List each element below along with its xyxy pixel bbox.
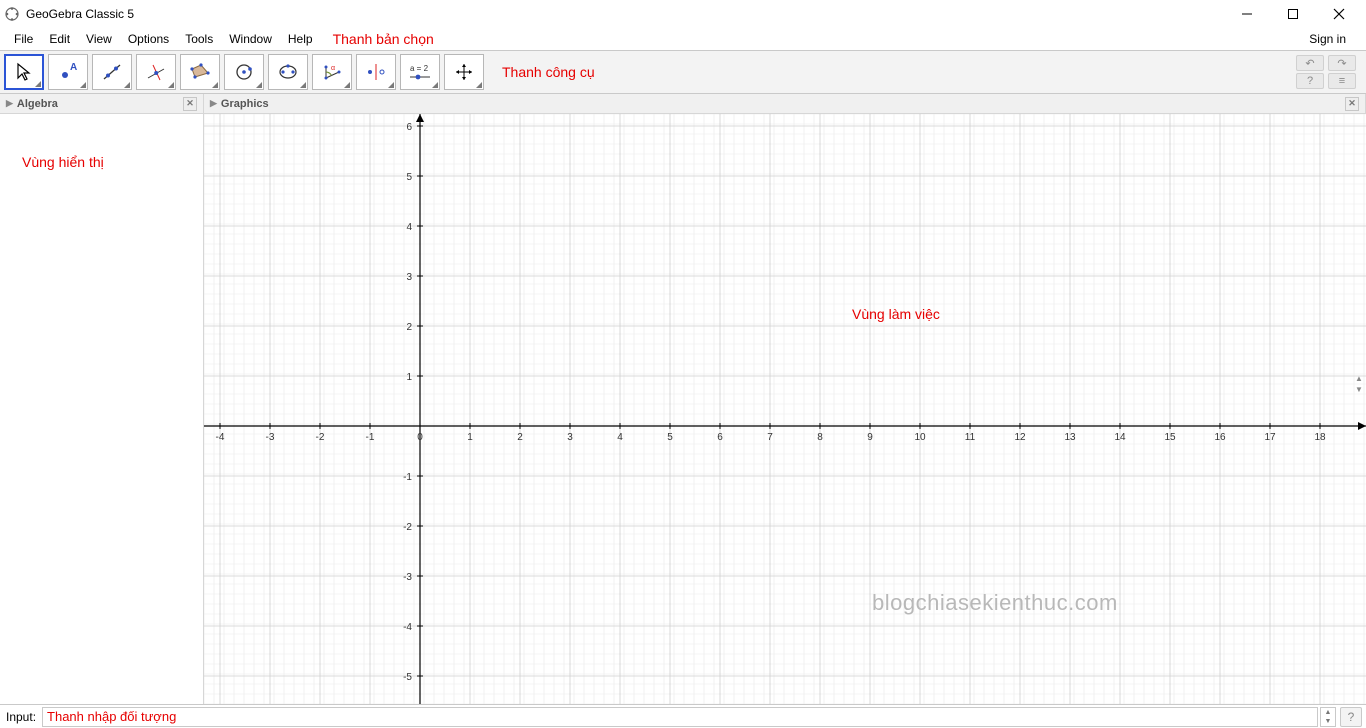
graphics-canvas[interactable]: -4-3-2-10123456789101112131415161718-5-4… (204, 114, 1366, 704)
inputbar: Input: Thanh nhập đối tượng ▲▼ ? (0, 704, 1366, 728)
tool-angle[interactable]: α (312, 54, 352, 90)
algebra-panel-header[interactable]: ▶ Algebra ✕ (0, 94, 204, 113)
svg-text:-3: -3 (266, 432, 275, 443)
maximize-button[interactable] (1270, 0, 1316, 28)
tool-line[interactable] (92, 54, 132, 90)
svg-text:10: 10 (914, 432, 926, 443)
svg-text:12: 12 (1014, 432, 1026, 443)
graphics-annotation: Vùng làm việc (852, 306, 940, 322)
menu-view[interactable]: View (78, 30, 120, 48)
redo-button[interactable]: ↷ (1328, 55, 1356, 71)
svg-text:-5: -5 (403, 672, 412, 683)
minimize-button[interactable] (1224, 0, 1270, 28)
graphics-panel-header[interactable]: ▶ Graphics ✕ (204, 94, 1366, 113)
algebra-panel-title: Algebra (17, 98, 58, 110)
watermark: blogchiasekienthuc.com (872, 590, 1118, 616)
tool-perpendicular[interactable] (136, 54, 176, 90)
svg-text:3: 3 (406, 272, 412, 283)
window-title: GeoGebra Classic 5 (26, 7, 134, 21)
tool-reflect[interactable] (356, 54, 396, 90)
input-label: Input: (0, 710, 42, 724)
menu-tools[interactable]: Tools (177, 30, 221, 48)
menu-options[interactable]: Options (120, 30, 177, 48)
input-field[interactable]: Thanh nhập đối tượng (42, 707, 1318, 727)
app-logo-icon (4, 6, 20, 22)
svg-text:11: 11 (965, 432, 976, 443)
tool-point[interactable]: A (48, 54, 88, 90)
workspace: Vùng hiển thị -4-3-2-1012345678910111213… (0, 114, 1366, 704)
svg-text:1: 1 (467, 432, 473, 443)
tool-move[interactable] (4, 54, 44, 90)
svg-text:9: 9 (867, 432, 873, 443)
svg-text:-1: -1 (403, 472, 412, 483)
menu-file[interactable]: File (6, 30, 41, 48)
close-button[interactable] (1316, 0, 1362, 28)
svg-text:5: 5 (667, 432, 673, 443)
menubar: File Edit View Options Tools Window Help… (0, 28, 1366, 50)
signin-link[interactable]: Sign in (1301, 30, 1360, 48)
svg-text:7: 7 (767, 432, 773, 443)
svg-text:14: 14 (1114, 432, 1126, 443)
svg-text:15: 15 (1164, 432, 1176, 443)
svg-text:α: α (331, 65, 335, 72)
panel-headers: ▶ Algebra ✕ ▶ Graphics ✕ (0, 94, 1366, 114)
graphics-panel-title: Graphics (221, 98, 269, 110)
tool-translate-view[interactable] (444, 54, 484, 90)
input-help-button[interactable]: ? (1340, 707, 1362, 727)
chevron-right-icon: ▶ (6, 98, 13, 109)
chevron-right-icon: ▶ (210, 98, 217, 109)
undo-button[interactable]: ↶ (1296, 55, 1324, 71)
algebra-panel[interactable]: Vùng hiển thị (0, 114, 204, 704)
svg-text:5: 5 (406, 172, 412, 183)
svg-text:17: 17 (1264, 432, 1276, 443)
svg-text:18: 18 (1314, 432, 1326, 443)
graphics-close-button[interactable]: ✕ (1345, 97, 1359, 111)
algebra-close-button[interactable]: ✕ (183, 97, 197, 111)
menubar-annotation: Thanh bản chọn (333, 31, 434, 47)
toolbar-settings-button[interactable]: ≡ (1328, 73, 1356, 89)
svg-text:16: 16 (1214, 432, 1226, 443)
algebra-annotation: Vùng hiển thị (22, 154, 104, 170)
svg-text:6: 6 (406, 122, 412, 133)
svg-text:-1: -1 (366, 432, 375, 443)
graphics-scroll-indicator[interactable]: ▲▼ (1354, 374, 1364, 394)
tool-ellipse[interactable] (268, 54, 308, 90)
input-history-stepper[interactable]: ▲▼ (1320, 707, 1336, 727)
svg-text:-4: -4 (216, 432, 225, 443)
svg-text:-3: -3 (403, 572, 412, 583)
graphics-panel[interactable]: -4-3-2-10123456789101112131415161718-5-4… (204, 114, 1366, 704)
menu-help[interactable]: Help (280, 30, 321, 48)
svg-text:4: 4 (406, 222, 412, 233)
svg-text:2: 2 (517, 432, 523, 443)
toolbar-help-button[interactable]: ? (1296, 73, 1324, 89)
svg-text:a = 2: a = 2 (410, 64, 429, 73)
svg-text:-4: -4 (403, 622, 412, 633)
svg-text:0: 0 (417, 432, 423, 443)
menu-edit[interactable]: Edit (41, 30, 78, 48)
toolbar-annotation: Thanh công cụ (502, 64, 595, 80)
svg-text:-2: -2 (403, 522, 412, 533)
titlebar: GeoGebra Classic 5 (0, 0, 1366, 28)
svg-text:4: 4 (617, 432, 623, 443)
svg-text:8: 8 (817, 432, 823, 443)
menu-window[interactable]: Window (221, 30, 280, 48)
toolbar-right-group: ↶ ↷ ? ≡ (1296, 55, 1362, 89)
svg-text:-2: -2 (316, 432, 325, 443)
svg-text:6: 6 (717, 432, 723, 443)
svg-text:1: 1 (406, 372, 412, 383)
tool-polygon[interactable] (180, 54, 220, 90)
tool-circle[interactable] (224, 54, 264, 90)
svg-text:13: 13 (1064, 432, 1076, 443)
svg-text:3: 3 (567, 432, 573, 443)
svg-text:2: 2 (406, 322, 412, 333)
svg-text:A: A (70, 62, 77, 73)
tool-slider[interactable]: a = 2 (400, 54, 440, 90)
toolbar: A α a = 2 Thanh công cụ ↶ ↷ (0, 50, 1366, 94)
